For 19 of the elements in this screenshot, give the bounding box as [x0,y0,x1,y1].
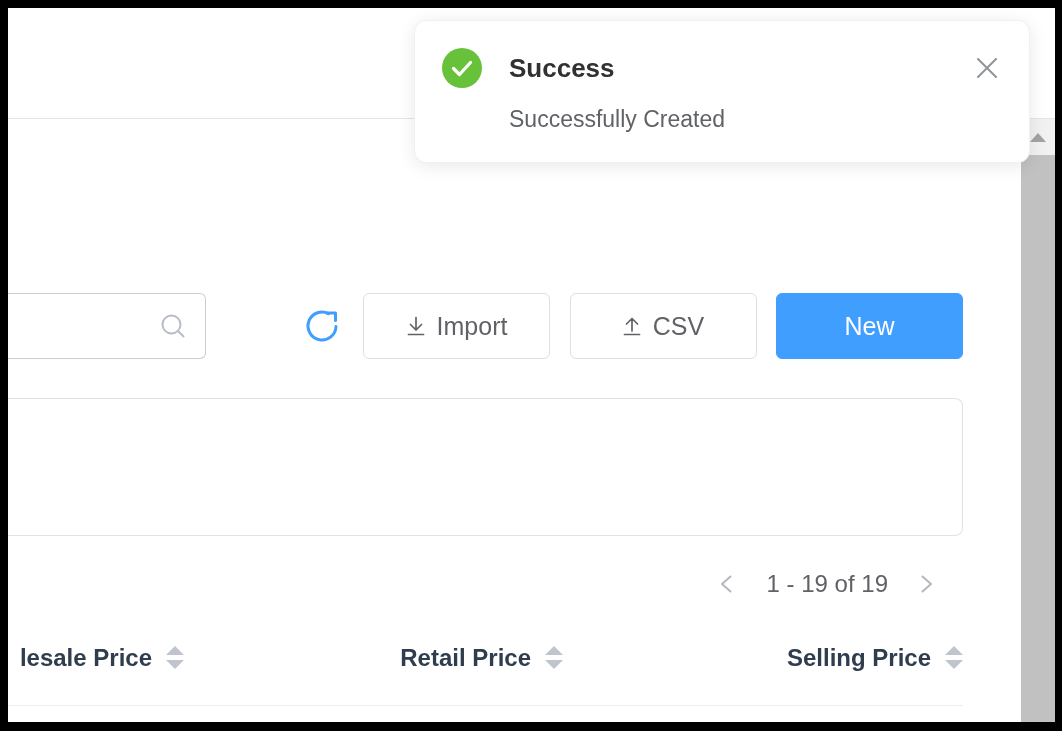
column-header: Selling Price [786,643,931,672]
upload-icon [621,316,642,336]
export-button[interactable]: CSV [569,293,757,359]
sort-icon[interactable] [545,646,563,669]
column-header: Retail Price [400,643,531,672]
check-circle-icon [442,48,482,88]
search-icon[interactable] [161,314,185,338]
scroll-up-icon[interactable] [1030,132,1046,142]
refresh-icon[interactable] [305,309,339,343]
sort-icon[interactable] [166,646,184,669]
sort-icon[interactable] [945,646,963,669]
column-header: lesale Price [19,643,152,672]
page-range: 1 - 19 of 19 [766,570,888,598]
download-icon [405,316,426,336]
search-field[interactable] [8,293,206,359]
import-button[interactable]: Import [363,293,550,359]
toast-message: Successfully Created [509,106,727,133]
close-icon[interactable] [977,58,997,78]
toast-title: Success [509,53,616,83]
